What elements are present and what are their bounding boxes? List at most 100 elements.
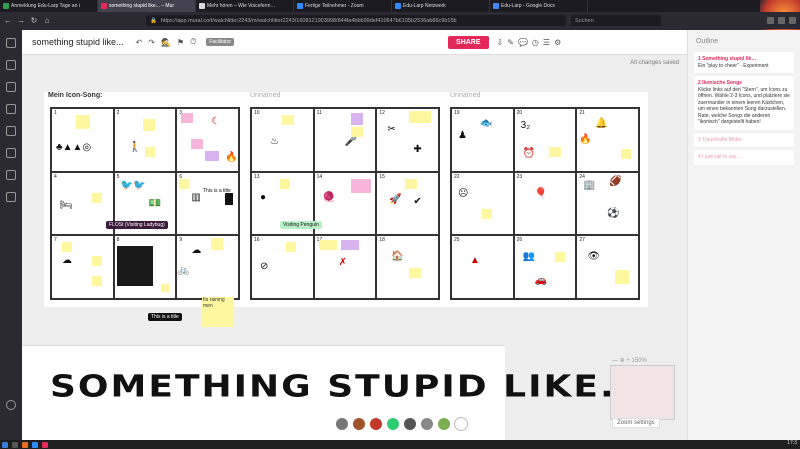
avatar[interactable] xyxy=(420,417,434,431)
library-icon[interactable] xyxy=(6,148,16,158)
outline-icon[interactable]: ☰ xyxy=(543,38,550,47)
mural-title[interactable]: something stupid like... xyxy=(32,37,124,47)
grid-cell[interactable]: 9 ☁ 🚲 xyxy=(176,235,239,299)
grid-cell[interactable]: 23 🎈 xyxy=(513,171,577,236)
sticky-note[interactable] xyxy=(92,192,102,203)
sticky-note[interactable] xyxy=(482,208,492,219)
grid-cell[interactable]: 15 🚀 ✔ xyxy=(376,171,439,236)
grid-cell[interactable]: 18 🏠 xyxy=(376,235,439,299)
sticky-note[interactable] xyxy=(350,127,363,137)
raining-men-sticky[interactable]: Its raining men xyxy=(202,297,234,327)
back-icon[interactable]: ← xyxy=(4,16,12,25)
taskbar-app-icon[interactable] xyxy=(42,441,48,448)
text-icon[interactable] xyxy=(6,60,16,70)
taskbar-app-icon[interactable] xyxy=(22,441,28,448)
grid-cell[interactable]: 26 👥 🚗 xyxy=(513,235,577,299)
grid-cell[interactable]: 21 🔔 🔥 xyxy=(576,108,639,172)
sticky-note[interactable] xyxy=(286,242,296,253)
timer-icon[interactable]: ⏱ xyxy=(190,37,196,47)
sticky-note[interactable] xyxy=(142,119,155,131)
browser-tab[interactable]: Anmeldung Edu-Larp Tage an i xyxy=(0,0,98,12)
sticky-note[interactable] xyxy=(211,238,224,251)
private-mode-icon[interactable]: 🕵 xyxy=(161,38,171,47)
library-icon[interactable] xyxy=(778,17,785,24)
sticky-note[interactable] xyxy=(181,113,194,123)
export-icon[interactable]: ⇩ xyxy=(497,38,504,47)
address-bar[interactable]: 🔒 https://app.mural.co/t/walchlitter2243… xyxy=(146,15,566,26)
grid-cell[interactable]: 24 🏢 🏈 ⚽ xyxy=(576,171,639,236)
comment-icon[interactable]: ✎ xyxy=(507,38,514,47)
chat-icon[interactable]: 💬 xyxy=(518,38,528,47)
reload-icon[interactable]: ↻ xyxy=(30,16,38,25)
grid-cell[interactable]: 19 ♟ 🐟 xyxy=(451,108,514,172)
taskbar-app-icon[interactable] xyxy=(12,441,18,448)
sticky-note[interactable] xyxy=(615,270,630,285)
black-image[interactable] xyxy=(116,246,153,287)
grid-cell[interactable]: 4 🛏 xyxy=(51,171,114,236)
upload-icon[interactable] xyxy=(6,170,16,180)
star-icon[interactable] xyxy=(6,82,16,92)
sticky-note[interactable] xyxy=(205,151,220,161)
outline-item[interactable]: 3 Traumhafte Bilder xyxy=(694,132,794,147)
downloads-icon[interactable] xyxy=(767,17,774,24)
sticky-note[interactable] xyxy=(92,256,102,267)
activity-icon[interactable]: ◷ xyxy=(532,38,539,47)
minimap[interactable] xyxy=(610,365,675,420)
sticky-note[interactable] xyxy=(76,115,90,129)
avatar[interactable] xyxy=(403,417,417,431)
zoom-settings-button[interactable]: Zoom settings xyxy=(612,418,660,428)
facilitator-badge[interactable]: Facilitator xyxy=(206,38,235,46)
grid-cell[interactable]: 10 ♨ xyxy=(251,108,314,172)
grid-cell[interactable]: 3☾🔥 xyxy=(176,108,239,172)
sticky-note[interactable] xyxy=(280,178,290,189)
taskbar-app-icon[interactable] xyxy=(32,441,38,448)
browser-tab[interactable]: Mehr hören – Wie Voiceferm… xyxy=(196,0,294,12)
grid-cell[interactable]: 8 xyxy=(113,235,177,299)
sticky-note[interactable] xyxy=(554,252,565,263)
forward-icon[interactable]: → xyxy=(17,16,25,25)
frameworks-icon[interactable] xyxy=(6,104,16,114)
avatar[interactable] xyxy=(352,417,366,431)
grid-cell[interactable]: 14 🧶 xyxy=(313,171,377,236)
grid-cell[interactable]: 6 ▥ xyxy=(176,171,239,236)
extension-icon[interactable] xyxy=(789,17,796,24)
avatar[interactable] xyxy=(335,417,349,431)
zoom-controls[interactable]: — ⊕ + 150% xyxy=(612,357,647,364)
sticky-note[interactable] xyxy=(409,111,432,123)
grid-cell[interactable]: 22 ☹ xyxy=(451,171,514,236)
sticky-note[interactable] xyxy=(340,240,359,251)
grid-cell[interactable]: 16 ⊘ xyxy=(251,235,314,299)
sticky-note[interactable] xyxy=(92,276,102,287)
browser-tab[interactable]: Fertige Teilnehmer - Zoom xyxy=(294,0,392,12)
title-note[interactable]: This is a title xyxy=(200,187,234,195)
help-icon[interactable] xyxy=(6,400,16,410)
avatar[interactable] xyxy=(386,417,400,431)
title-chip[interactable]: This is a title xyxy=(148,313,182,321)
sticky-note[interactable] xyxy=(282,115,294,125)
grid-cell[interactable]: 11 🎤 xyxy=(313,108,377,172)
sticky-note[interactable] xyxy=(179,178,190,189)
sticky-note[interactable] xyxy=(621,149,632,159)
browser-tab[interactable]: Edu-Larp Netzwerk xyxy=(392,0,490,12)
sticky-note[interactable] xyxy=(548,147,561,157)
add-collaborator-button[interactable] xyxy=(454,417,468,431)
mural-canvas[interactable]: Mein Icon-Song: Unnamed Unnamed 1 ♣▲▲◎ 2 🚶… xyxy=(44,92,648,327)
avatar[interactable] xyxy=(437,417,451,431)
search-input[interactable]: Suchen xyxy=(571,15,661,26)
browser-tab-active[interactable]: something stupid like... – Mur xyxy=(98,0,196,12)
sticky-note[interactable] xyxy=(62,242,72,253)
home-icon[interactable]: ⌂ xyxy=(43,16,51,25)
grid-cell[interactable]: 20 3₂ ⏰ xyxy=(513,108,577,172)
share-button[interactable]: SHARE xyxy=(448,35,489,49)
settings-icon[interactable]: ⚙ xyxy=(554,38,561,47)
grid-cell[interactable]: 17✗ xyxy=(313,235,377,299)
grid-cell[interactable]: 27 👁 xyxy=(576,235,639,299)
avatar[interactable] xyxy=(369,417,383,431)
pen-icon[interactable] xyxy=(6,192,16,202)
grid-cell[interactable]: 7 ☁ xyxy=(51,235,114,299)
undo-icon[interactable]: ↶ xyxy=(136,38,143,47)
grid-cell[interactable]: 1 ♣▲▲◎ xyxy=(51,108,114,172)
sticky-note[interactable] xyxy=(160,284,169,293)
start-icon[interactable] xyxy=(2,441,8,448)
sticky-note[interactable] xyxy=(318,240,337,251)
